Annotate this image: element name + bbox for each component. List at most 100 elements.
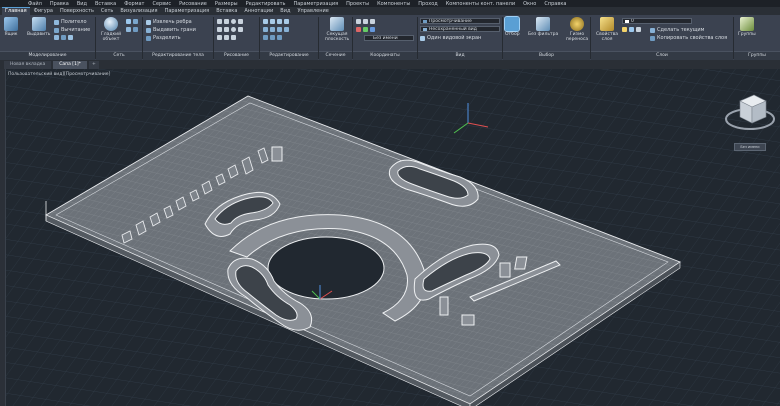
- tab-insert[interactable]: Вставка: [213, 8, 240, 15]
- menu-item[interactable]: Окно: [523, 1, 536, 7]
- layer-lock-icon[interactable]: [636, 27, 641, 32]
- viewport-config-button[interactable]: Один видовой экран: [420, 35, 481, 41]
- ucs-world-icon[interactable]: [363, 19, 368, 24]
- tab-parametric[interactable]: Параметризация: [162, 8, 213, 15]
- hatch-icon[interactable]: [238, 27, 243, 32]
- menu-item[interactable]: Справка: [544, 1, 566, 7]
- tab-home[interactable]: Главная: [2, 7, 30, 15]
- section-plane-button[interactable]: Секущая плоскость: [323, 17, 351, 42]
- explode-icon[interactable]: [277, 35, 282, 40]
- panel-groups[interactable]: Группы: [734, 51, 780, 60]
- line-icon[interactable]: [217, 19, 222, 24]
- extract-edges-button[interactable]: Извлечь ребра: [146, 19, 192, 25]
- menu-item[interactable]: Редактировать: [246, 1, 286, 7]
- mesh-icon[interactable]: [126, 19, 131, 24]
- menu-item[interactable]: Проекты: [346, 1, 369, 7]
- wcs-menu[interactable]: Без имени: [734, 143, 766, 151]
- viewcube[interactable]: [722, 89, 780, 139]
- panel-mesh[interactable]: Сеть: [96, 51, 142, 60]
- move-gizmo-button[interactable]: Гизмо переноса: [563, 17, 591, 42]
- menu-item[interactable]: Вставка: [95, 1, 116, 7]
- tab-solid[interactable]: Фигура: [31, 8, 56, 15]
- polyline-icon[interactable]: [224, 19, 229, 24]
- make-current-button[interactable]: Сделать текущим: [650, 27, 704, 33]
- ucs-name-combo[interactable]: Без имени: [364, 35, 414, 41]
- menu-item[interactable]: Файл: [28, 1, 42, 7]
- menu-item[interactable]: Проход: [418, 1, 437, 7]
- sweep-icon[interactable]: [68, 35, 73, 40]
- menu-item[interactable]: Правка: [50, 1, 69, 7]
- tab-manage[interactable]: Управление: [294, 8, 331, 15]
- panel-modeling[interactable]: Моделирование: [0, 51, 95, 60]
- panel-modify[interactable]: Редактирование: [260, 51, 318, 60]
- menu-item[interactable]: Сервис: [152, 1, 171, 7]
- tab-mesh[interactable]: Сеть: [98, 8, 116, 15]
- menu-item[interactable]: Компоненты конт. панели: [446, 1, 515, 7]
- layer-combo[interactable]: 0: [622, 18, 692, 24]
- panel-layers[interactable]: Слои: [591, 51, 733, 60]
- named-view-combo[interactable]: Несохраненный вид: [420, 26, 500, 32]
- extrude-faces-button[interactable]: Выдавить грани: [146, 27, 196, 33]
- mesh-refine-icon[interactable]: [133, 19, 138, 24]
- visual-style-combo[interactable]: Просмотрчивание: [420, 18, 500, 24]
- offset-icon[interactable]: [263, 35, 268, 40]
- tab-view[interactable]: Вид: [277, 8, 293, 15]
- menu-item[interactable]: Формат: [124, 1, 144, 7]
- layer-freeze-icon[interactable]: [629, 27, 634, 32]
- groups-button[interactable]: Группы: [738, 17, 756, 37]
- polysolid-button[interactable]: Политело: [54, 19, 87, 25]
- ucs-x-icon[interactable]: [356, 27, 361, 32]
- erase-icon[interactable]: [270, 35, 275, 40]
- layer-properties-button[interactable]: Свойства слоя: [594, 17, 620, 42]
- mesh-split-icon[interactable]: [133, 27, 138, 32]
- tab-annotate[interactable]: Аннотации: [241, 8, 276, 15]
- rotate-icon[interactable]: [270, 19, 275, 24]
- menu-item[interactable]: Параметризация: [293, 1, 338, 7]
- culling-button[interactable]: Отбор: [504, 16, 521, 37]
- file-tab-current[interactable]: Сапа [1]*: [53, 61, 87, 69]
- region-icon[interactable]: [224, 35, 229, 40]
- mesh-crease-icon[interactable]: [126, 27, 131, 32]
- menu-item[interactable]: Рисование: [179, 1, 207, 7]
- mirror-icon[interactable]: [284, 19, 289, 24]
- ucs-z-icon[interactable]: [370, 27, 375, 32]
- tab-visualize[interactable]: Визуализация: [117, 8, 160, 15]
- intersect-icon[interactable]: [61, 35, 66, 40]
- panel-section[interactable]: Сечение: [319, 51, 352, 60]
- fillet-icon[interactable]: [270, 27, 275, 32]
- rectangle-icon[interactable]: [217, 27, 222, 32]
- layer-on-icon[interactable]: [622, 27, 627, 32]
- spline-icon[interactable]: [224, 27, 229, 32]
- scale-icon[interactable]: [284, 27, 289, 32]
- trim-icon[interactable]: [277, 19, 282, 24]
- no-filter-button[interactable]: Без фильтра: [528, 17, 558, 37]
- extrude-button[interactable]: Выдавить: [27, 17, 50, 37]
- drawing-viewport[interactable]: Пользовательский вид][Просмотрчивание]: [0, 69, 780, 406]
- array-icon[interactable]: [277, 27, 282, 32]
- separate-button[interactable]: Разделить: [146, 35, 181, 41]
- ucs-icon[interactable]: [356, 19, 361, 24]
- tab-surface[interactable]: Поверхность: [57, 8, 97, 15]
- arc-icon[interactable]: [238, 19, 243, 24]
- menu-item[interactable]: Компоненты: [377, 1, 410, 7]
- panel-selection[interactable]: Выбор: [503, 51, 590, 60]
- file-tab-new[interactable]: Новая вкладка: [4, 61, 52, 69]
- point-icon[interactable]: [217, 35, 222, 40]
- match-layer-button[interactable]: Копировать свойства слоя: [650, 35, 727, 41]
- panel-coordinates[interactable]: Координаты: [353, 51, 417, 60]
- box-button[interactable]: Ящик: [4, 17, 18, 37]
- subtract-button[interactable]: Вычитание: [54, 27, 90, 33]
- menu-item[interactable]: Размеры: [215, 1, 238, 7]
- smooth-object-button[interactable]: Гладкий объект: [99, 17, 123, 42]
- boundary-icon[interactable]: [231, 35, 236, 40]
- panel-view[interactable]: Вид: [418, 51, 502, 60]
- ucs-origin-icon[interactable]: [370, 19, 375, 24]
- circle-icon[interactable]: [231, 19, 236, 24]
- panel-solid-editing[interactable]: Редактирование тела: [143, 51, 213, 60]
- copy-icon[interactable]: [263, 27, 268, 32]
- new-tab-button[interactable]: +: [88, 61, 99, 69]
- ellipse-icon[interactable]: [231, 27, 236, 32]
- panel-draw[interactable]: Рисование: [214, 51, 259, 60]
- move-icon[interactable]: [263, 19, 268, 24]
- menu-item[interactable]: Вид: [77, 1, 87, 7]
